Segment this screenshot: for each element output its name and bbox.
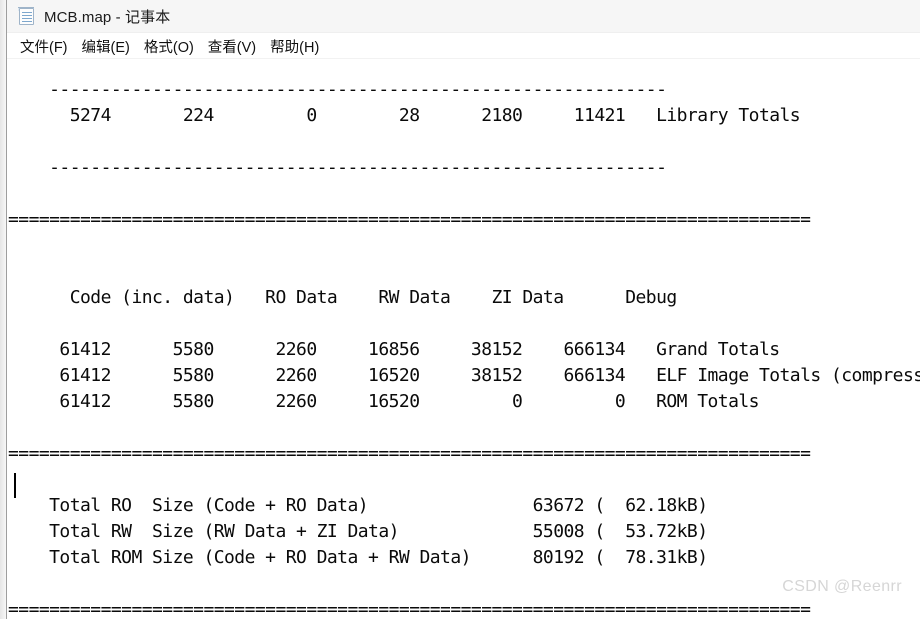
- watermark-label: CSDN @Reenrr: [782, 578, 902, 595]
- menu-bar: 文件(F) 编辑(E) 格式(O) 查看(V) 帮助(H): [7, 33, 920, 59]
- title-bar[interactable]: MCB.map - 记事本: [7, 0, 920, 33]
- notepad-icon: [17, 7, 36, 26]
- text-caret: [14, 473, 16, 498]
- document-text[interactable]: ----------------------------------------…: [8, 77, 920, 619]
- text-editor-area[interactable]: ----------------------------------------…: [7, 59, 920, 619]
- menu-view[interactable]: 查看(V): [201, 34, 263, 59]
- window-title: MCB.map - 记事本: [44, 9, 171, 26]
- menu-edit[interactable]: 编辑(E): [75, 34, 137, 59]
- notepad-window: MCB.map - 记事本 文件(F) 编辑(E) 格式(O) 查看(V) 帮助…: [6, 0, 920, 619]
- screen: MCB.map - 记事本 文件(F) 编辑(E) 格式(O) 查看(V) 帮助…: [0, 0, 920, 619]
- menu-file[interactable]: 文件(F): [13, 34, 75, 59]
- menu-help[interactable]: 帮助(H): [263, 34, 326, 59]
- menu-format[interactable]: 格式(O): [137, 34, 201, 59]
